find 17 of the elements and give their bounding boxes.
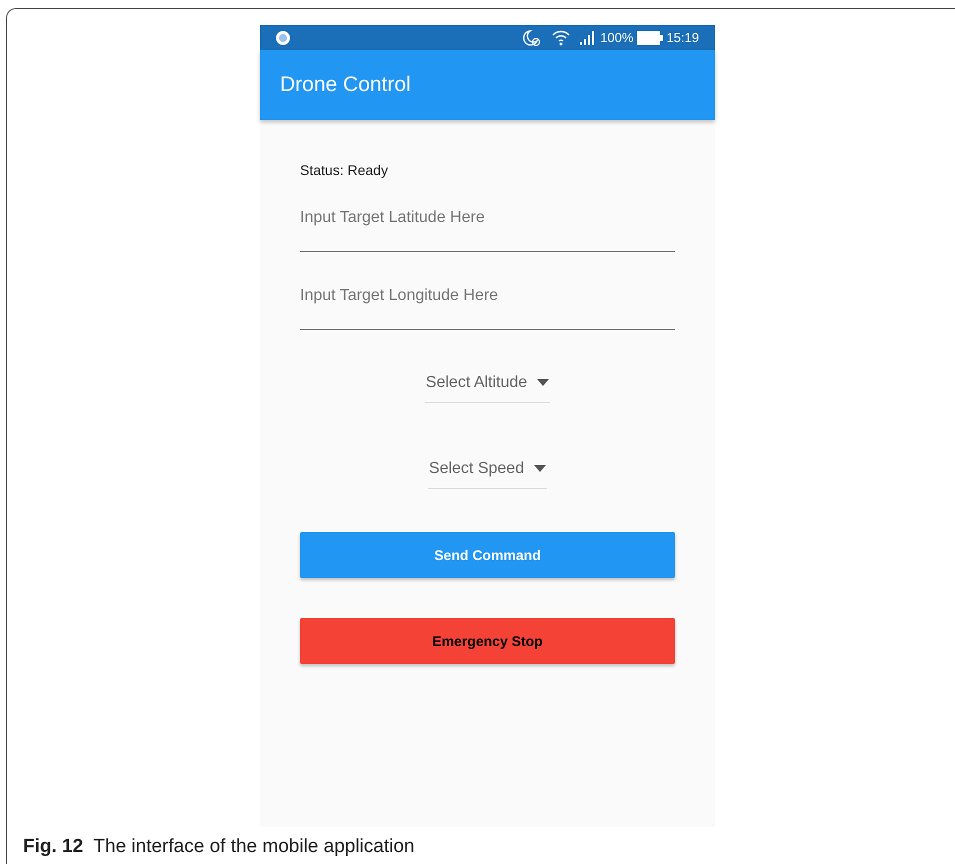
moon-alarm-icon [522, 28, 542, 46]
dropdown-select[interactable]: Select Speed [428, 449, 548, 489]
clock-time: 15:19 [666, 28, 699, 47]
text-input-field[interactable]: Input Target Longitude Here [300, 278, 675, 330]
emergency-stop-button[interactable]: Emergency Stop [300, 618, 675, 664]
status-label: Status: Ready [300, 161, 389, 180]
dropdown-select[interactable]: Select Altitude [424, 363, 550, 403]
text-input-field[interactable]: Input Target Latitude Here [300, 200, 675, 252]
wifi-icon [552, 28, 570, 46]
dropdown-caret-icon [537, 379, 550, 386]
dropdown-caret-icon [534, 465, 546, 472]
battery-icon [637, 30, 664, 44]
send-command-button[interactable]: Send Command [300, 532, 675, 578]
figure-caption: Fig. 12 The interface of the mobile application [23, 836, 414, 857]
signal-icon [580, 30, 596, 44]
battery-percent: 100% [600, 28, 634, 47]
app-title: Drone Control [280, 72, 411, 98]
